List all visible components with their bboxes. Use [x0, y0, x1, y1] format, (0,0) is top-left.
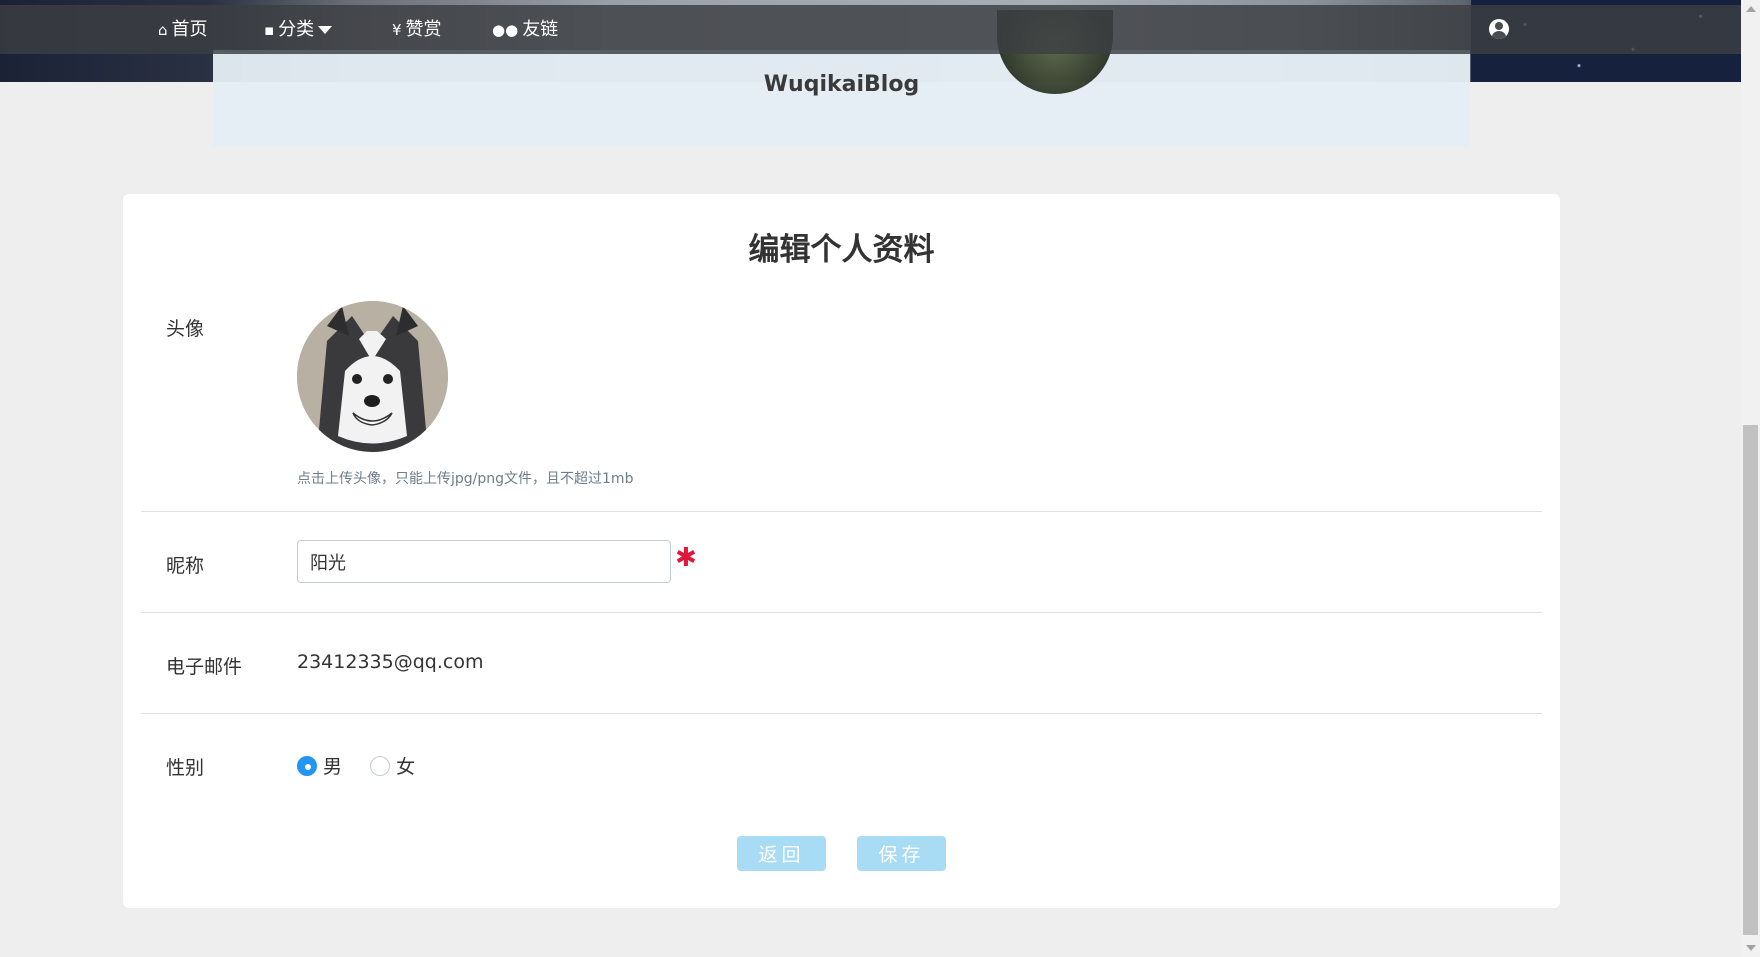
gender-option-label: 女 — [396, 756, 416, 778]
nickname-input[interactable] — [297, 540, 671, 583]
divider — [141, 713, 1542, 714]
page-title: 编辑个人资料 — [748, 232, 935, 268]
gender-label: 性别 — [166, 757, 205, 779]
email-label: 电子邮件 — [166, 656, 243, 678]
nav-category[interactable]: ▪ 分类 — [264, 5, 333, 54]
top-navbar: ⌂ 首页 ▪ 分类 ¥ 赞赏 ●● 友链 — [0, 5, 1741, 54]
home-icon: ⌂ — [158, 21, 168, 39]
required-asterisk-icon: ✱ — [675, 543, 697, 573]
nav-reward-label: 赞赏 — [405, 19, 442, 40]
page-scrollbar[interactable] — [1741, 0, 1760, 957]
site-banner — [213, 10, 1470, 147]
avatar-upload-hint: 点击上传头像，只能上传jpg/png文件，且不超过1mb — [297, 471, 634, 487]
email-value: 23412335@qq.com — [297, 651, 484, 673]
user-account-icon[interactable] — [1489, 19, 1509, 39]
gender-radio-group: 男 女 — [297, 752, 437, 779]
gender-option-label: 男 — [323, 756, 343, 778]
radio-checked-icon[interactable] — [297, 755, 317, 776]
nav-friends[interactable]: ●● 友链 — [492, 5, 558, 54]
avatar-label: 头像 — [166, 318, 205, 340]
nav-category-label: 分类 — [278, 19, 315, 40]
site-title: WuqikaiBlog — [763, 72, 920, 97]
divider — [141, 511, 1542, 512]
nav-friends-label: 友链 — [522, 19, 559, 40]
archive-icon: ▪ — [264, 21, 275, 39]
save-button[interactable]: 保存 — [857, 836, 946, 871]
caret-down-icon — [318, 26, 333, 34]
gender-option-male[interactable]: 男 — [297, 752, 342, 779]
scroll-up-icon[interactable] — [1746, 6, 1756, 12]
nav-reward[interactable]: ¥ 赞赏 — [392, 5, 442, 54]
users-icon: ●● — [492, 21, 519, 39]
scroll-thumb[interactable] — [1743, 425, 1758, 935]
husky-avatar-image — [297, 301, 448, 452]
nav-home-label: 首页 — [171, 19, 208, 40]
radio-unchecked-icon[interactable] — [370, 755, 391, 776]
yen-icon: ¥ — [392, 21, 402, 39]
scroll-down-icon[interactable] — [1746, 945, 1756, 951]
back-button[interactable]: 返回 — [737, 836, 826, 871]
nickname-label: 昵称 — [166, 555, 205, 577]
edit-profile-card: 编辑个人资料 头像 点击上传头像，只能上传jpg/png文件，且不超过1mb 昵… — [123, 194, 1560, 908]
avatar-upload[interactable] — [297, 301, 448, 452]
divider — [141, 612, 1542, 613]
nav-home[interactable]: ⌂ 首页 — [158, 5, 208, 54]
gender-option-female[interactable]: 女 — [370, 752, 415, 779]
